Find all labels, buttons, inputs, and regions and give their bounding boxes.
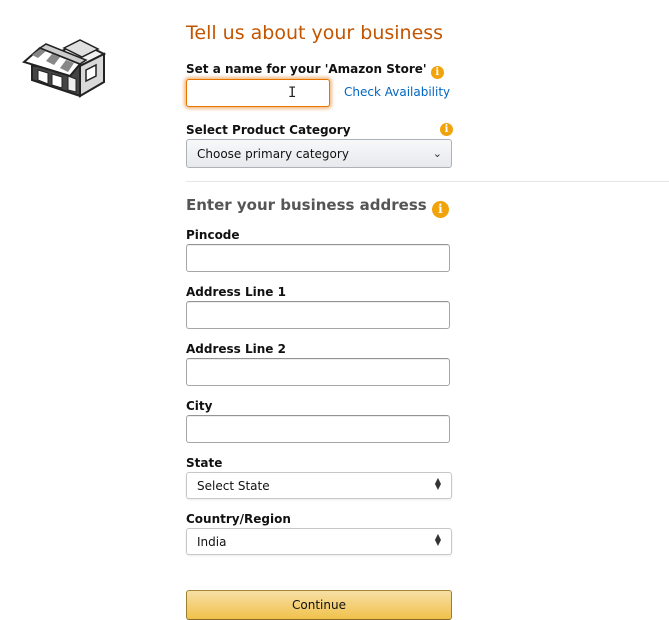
- category-label: Select Product Category: [186, 123, 351, 137]
- country-label: Country/Region: [186, 512, 291, 526]
- pincode-input[interactable]: [186, 244, 450, 272]
- continue-button[interactable]: Continue: [186, 590, 452, 620]
- pincode-label: Pincode: [186, 228, 240, 242]
- address-line2-input[interactable]: [186, 358, 450, 386]
- address-line2-label: Address Line 2: [186, 342, 286, 356]
- state-label: State: [186, 456, 223, 470]
- chevron-down-icon: ⌄: [432, 147, 442, 160]
- category-select[interactable]: Choose primary category ⌄: [186, 139, 452, 168]
- info-icon[interactable]: i: [440, 123, 453, 136]
- state-select[interactable]: Select State ▲ ▼: [186, 472, 452, 499]
- info-icon[interactable]: i: [430, 66, 444, 79]
- store-name-label: Set a name for your 'Amazon Store' i: [186, 62, 444, 79]
- sort-arrows-icon: ▲ ▼: [434, 476, 441, 491]
- check-availability-link[interactable]: Check Availability: [344, 85, 450, 99]
- page-title: Tell us about your business: [186, 22, 444, 44]
- city-input[interactable]: [186, 415, 450, 443]
- divider: [186, 181, 669, 182]
- city-label: City: [186, 399, 213, 413]
- address-title: Enter your business address i: [186, 196, 449, 218]
- info-icon[interactable]: i: [431, 201, 449, 218]
- address-line1-label: Address Line 1: [186, 285, 286, 299]
- country-select[interactable]: India ▲ ▼: [186, 528, 452, 555]
- store-name-input[interactable]: I: [186, 79, 330, 107]
- text-cursor-icon: I: [288, 85, 297, 101]
- storefront-icon: [21, 39, 107, 98]
- sort-arrows-icon: ▲ ▼: [434, 532, 441, 547]
- address-line1-input[interactable]: [186, 301, 450, 329]
